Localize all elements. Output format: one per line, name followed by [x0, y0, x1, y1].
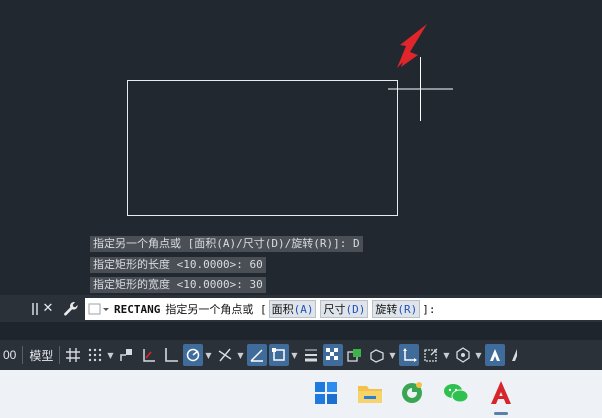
infer-constraints-icon[interactable]: [117, 344, 137, 366]
snap-grid-icon[interactable]: [85, 344, 105, 366]
active-app-indicator: [494, 412, 508, 415]
gizmo-icon[interactable]: [421, 344, 441, 366]
autocad-icon[interactable]: [486, 378, 516, 408]
chevron-down-icon[interactable]: ▼: [205, 351, 215, 360]
command-suffix: ]:: [422, 302, 436, 316]
option-dimensions[interactable]: 尺寸(D): [320, 300, 369, 318]
chevron-down-icon[interactable]: ▼: [443, 351, 453, 360]
start-icon[interactable]: [311, 378, 341, 408]
selection-cycling-icon[interactable]: [345, 344, 365, 366]
command-name: RECTANG: [114, 302, 161, 316]
option-rotation[interactable]: 旋转(R): [372, 300, 421, 318]
close-icon[interactable]: ✕: [41, 298, 55, 319]
command-line-bar: ✕ RECTANG 指定另一个角点或 [ 面积(A) 尺寸(D) 旋转(R) ]…: [0, 295, 602, 322]
isodraft-icon[interactable]: [215, 344, 235, 366]
model-space-button[interactable]: 模型: [26, 347, 56, 364]
command-input[interactable]: RECTANG 指定另一个角点或 [ 面积(A) 尺寸(D) 旋转(R) ]:: [85, 298, 602, 320]
object-snap-tracking-icon[interactable]: [247, 344, 268, 366]
drag-handle-icon[interactable]: [30, 298, 40, 319]
annotation-arrow-top: [397, 24, 427, 68]
annotation-scale-icon[interactable]: [485, 344, 506, 366]
command-prompt: 指定另一个角点或 [: [165, 303, 267, 316]
drawing-canvas[interactable]: 指定另一个角点或 [面积(A)/尺寸(D)/旋转(R)]: D 指定矩形的长度 …: [0, 0, 602, 295]
annotation-monitor-icon[interactable]: [453, 344, 473, 366]
history-line-3: 指定矩形的宽度 <10.0000>: 30: [90, 277, 266, 293]
wechat-icon[interactable]: [441, 378, 471, 408]
ucs-icon[interactable]: [399, 344, 420, 366]
option-area[interactable]: 面积(A): [268, 300, 317, 318]
file-explorer-icon[interactable]: [355, 378, 385, 408]
3d-object-snap-icon[interactable]: [367, 344, 387, 366]
chevron-down-icon[interactable]: ▼: [291, 351, 301, 360]
workspace-icon[interactable]: [507, 344, 527, 366]
chevron-down-icon[interactable]: ▼: [475, 351, 485, 360]
layout-tab-area: [0, 322, 602, 340]
ortho-mode-icon[interactable]: [161, 344, 181, 366]
polar-tracking-icon[interactable]: [183, 344, 204, 366]
taskbar: [0, 370, 602, 418]
lineweight-icon[interactable]: [301, 344, 321, 366]
object-snap-icon[interactable]: [269, 344, 290, 366]
history-line-2: 指定矩形的长度 <10.0000>: 60: [90, 257, 266, 273]
chevron-down-icon[interactable]: ▼: [107, 351, 117, 360]
status-bar: 00 模型 ▼ ▼ ▼ ▼ ▼ ▼ ▼: [0, 340, 602, 370]
rectangle-object[interactable]: [127, 80, 398, 216]
dynamic-input-icon[interactable]: [139, 344, 159, 366]
recent-commands-icon[interactable]: [88, 302, 110, 316]
chevron-down-icon[interactable]: ▼: [237, 351, 247, 360]
browser-icon[interactable]: [397, 378, 427, 408]
transparency-icon[interactable]: [323, 344, 344, 366]
chevron-down-icon[interactable]: ▼: [389, 351, 399, 360]
wrench-icon[interactable]: [62, 298, 80, 319]
history-line-1: 指定另一个角点或 [面积(A)/尺寸(D)/旋转(R)]: D: [90, 236, 363, 252]
coordinate-readout: 00: [3, 348, 17, 362]
grid-icon[interactable]: [63, 344, 83, 366]
